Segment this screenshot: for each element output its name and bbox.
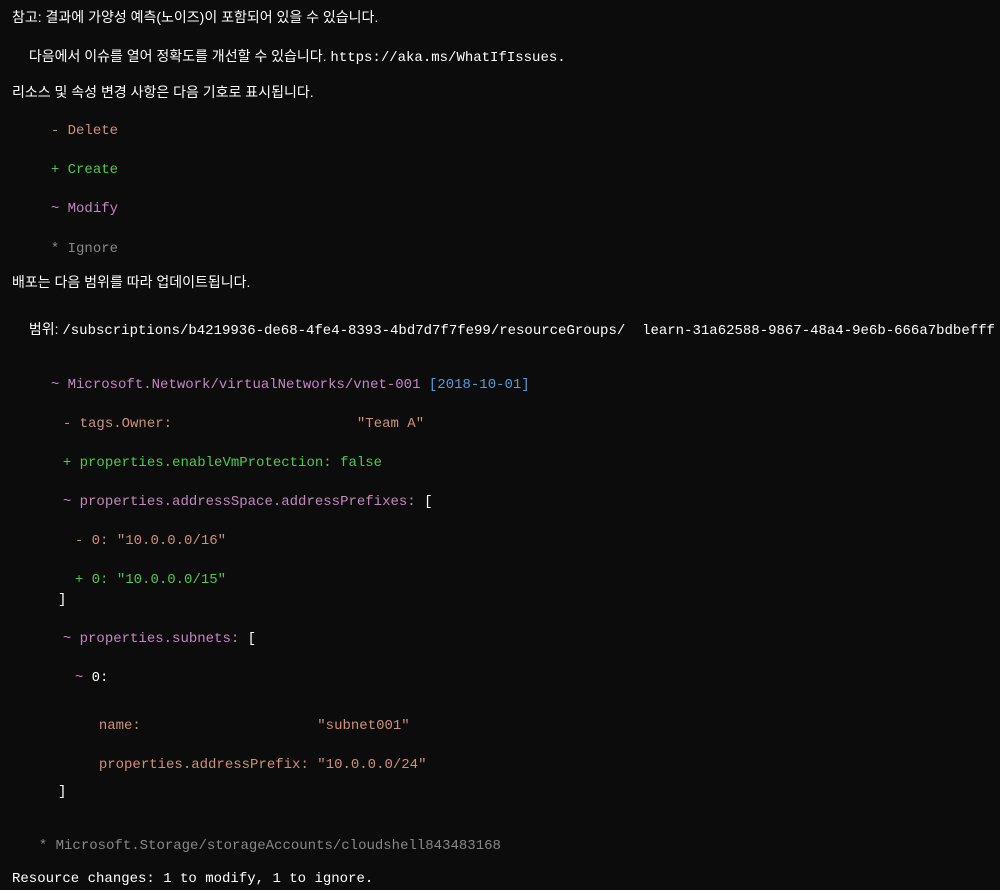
subnet-prefix-key: properties.addressPrefix:	[99, 757, 309, 773]
issue-line: 다음에서 이슈를 열어 정확도를 개선할 수 있습니다. https://aka…	[12, 28, 988, 69]
resource-header: ~ Microsoft.Network/virtualNetworks/vnet…	[12, 356, 988, 395]
subnet-name-key: name:	[99, 718, 141, 734]
tags-owner-value: "Team A"	[357, 416, 424, 432]
scope-prefix: 범위:	[29, 321, 63, 337]
subnets-tilde: ~	[63, 631, 71, 647]
addr-bracket-open: [	[424, 494, 432, 510]
addr-new-line: + 0: "10.0.0.0/15"	[12, 552, 988, 591]
tags-owner-line: - tags.Owner: "Team A"	[12, 395, 988, 434]
delete-label: Delete	[68, 123, 118, 139]
enable-vm-key: properties.enableVmProtection:	[80, 455, 332, 471]
addr-old-value: "10.0.0.0/16"	[117, 533, 226, 549]
api-version: [2018-10-01]	[429, 377, 530, 393]
issue-prefix: 다음에서 이슈를 열어 정확도를 개선할 수 있습니다.	[29, 48, 331, 64]
resource-path: Microsoft.Network/virtualNetworks/vnet-0…	[68, 377, 421, 393]
addr-prefixes-line: ~ properties.addressSpace.addressPrefixe…	[12, 473, 988, 512]
subnets-bracket-close: ]	[12, 783, 988, 803]
create-label: Create	[68, 162, 118, 178]
tags-owner-key: tags.Owner:	[80, 416, 172, 432]
subnet-zero-key: 0:	[92, 670, 109, 686]
subnet-name-value: "subnet001"	[317, 718, 409, 734]
ignored-path: Microsoft.Storage/storageAccounts/clouds…	[56, 838, 501, 854]
subnet-prefix-value: "10.0.0.0/24"	[317, 757, 426, 773]
scope-group: learn-31a62588-9867-48a4-9e6b-666a7bdbef…	[642, 323, 995, 339]
ignore-symbol: *	[51, 241, 59, 257]
subnets-line: ~ properties.subnets: [	[12, 611, 988, 650]
delete-symbol: -	[51, 123, 59, 139]
ignore-label: Ignore	[68, 241, 118, 257]
enable-vm-plus: +	[63, 455, 71, 471]
scope-path: /subscriptions/b4219936-de68-4fe4-8393-4…	[62, 323, 625, 339]
subnet-name-line: name: "subnet001"	[12, 697, 988, 736]
scope-update-line: 배포는 다음 범위를 따라 업데이트됩니다.	[12, 273, 988, 293]
ignored-star: *	[39, 838, 47, 854]
addr-bracket-close: ]	[12, 591, 988, 611]
subnets-key: properties.subnets:	[80, 631, 240, 647]
subnet-zero-line: ~ 0:	[12, 650, 988, 689]
scope-line: 범위: /subscriptions/b4219936-de68-4fe4-83…	[12, 301, 988, 342]
addr-old-line: - 0: "10.0.0.0/16"	[12, 513, 988, 552]
modify-symbol: ~	[51, 201, 59, 217]
issue-url[interactable]: https://aka.ms/WhatIfIssues	[330, 50, 557, 66]
note-line: 참고: 결과에 가양성 예측(노이즈)이 포함되어 있을 수 있습니다.	[12, 8, 988, 28]
legend-ignore: * Ignore	[12, 220, 988, 259]
addr-new-plus: +	[75, 572, 83, 588]
ignored-resource: * Microsoft.Storage/storageAccounts/clou…	[12, 817, 988, 856]
modify-label: Modify	[68, 201, 118, 217]
issue-suffix: .	[557, 50, 565, 66]
legend-modify: ~ Modify	[12, 181, 988, 220]
enable-vm-line: + properties.enableVmProtection: false	[12, 434, 988, 473]
legend-create: + Create	[12, 142, 988, 181]
subnet-zero-tilde: ~	[75, 670, 83, 686]
addr-old-key: 0:	[92, 533, 109, 549]
resource-tilde: ~	[51, 377, 59, 393]
subnets-bracket-open: [	[248, 631, 256, 647]
enable-vm-value: false	[340, 455, 382, 471]
subnet-prefix-line: properties.addressPrefix: "10.0.0.0/24"	[12, 736, 988, 775]
legend-title: 리소스 및 속성 변경 사항은 다음 기호로 표시됩니다.	[12, 83, 988, 103]
addr-tilde: ~	[63, 494, 71, 510]
create-symbol: +	[51, 162, 59, 178]
addr-prefixes-key: properties.addressSpace.addressPrefixes:	[80, 494, 416, 510]
legend-delete: - Delete	[12, 102, 988, 141]
addr-old-dash: -	[75, 533, 83, 549]
tags-dash: -	[63, 416, 71, 432]
summary-line: Resource changes: 1 to modify, 1 to igno…	[12, 870, 988, 890]
addr-new-key: 0:	[92, 572, 109, 588]
addr-new-value: "10.0.0.0/15"	[117, 572, 226, 588]
